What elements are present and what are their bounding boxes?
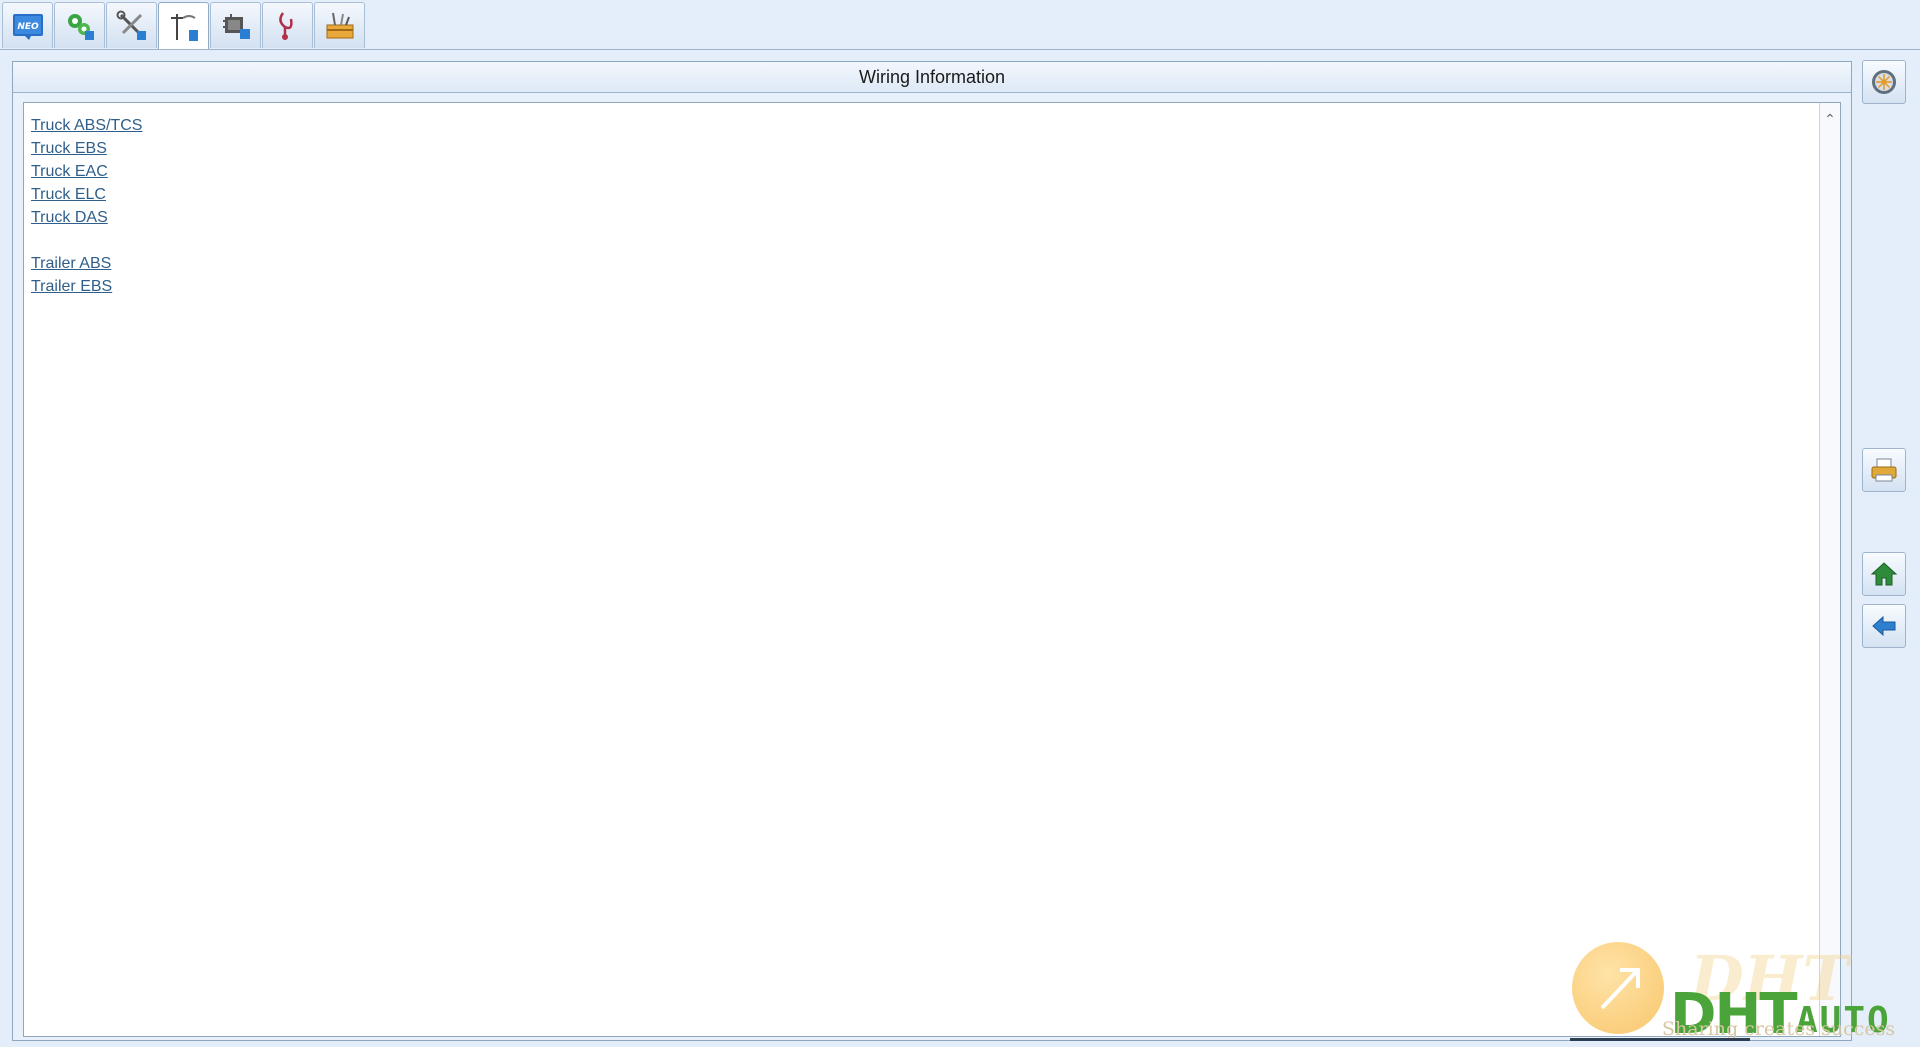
tab-ecu[interactable]	[210, 2, 261, 48]
stethoscope-icon	[278, 11, 293, 40]
dht-auto-watermark: DHT DHT AUTO Sharing creates success	[1570, 940, 1920, 1047]
print-button[interactable]	[1862, 448, 1906, 492]
link-trailer-abs[interactable]: Trailer ABS	[31, 252, 142, 275]
tab-system-diagnostics[interactable]	[54, 2, 105, 48]
wiring-link-list: Truck ABS/TCS Truck EBS Truck EAC Truck …	[31, 114, 142, 298]
link-truck-abs-tcs[interactable]: Truck ABS/TCS	[31, 114, 142, 137]
link-truck-elc[interactable]: Truck ELC	[31, 183, 142, 206]
watermark-arrow-icon	[1600, 968, 1640, 1010]
vertical-scrollbar[interactable]: ⌃	[1819, 103, 1840, 1036]
wiring-tool-icon	[170, 13, 198, 41]
tool-tab-bar: NEO	[0, 0, 1920, 50]
content-area: Truck ABS/TCS Truck EBS Truck EAC Truck …	[23, 102, 1841, 1037]
wheel-icon	[1872, 70, 1896, 94]
link-trailer-ebs[interactable]: Trailer EBS	[31, 275, 142, 298]
wheel-button[interactable]	[1862, 60, 1906, 104]
link-truck-eac[interactable]: Truck EAC	[31, 160, 142, 183]
wrench-screwdriver-icon	[116, 10, 146, 40]
watermark-base-line	[1570, 1038, 1750, 1041]
tab-wiring[interactable]	[158, 2, 209, 50]
neo-logo-icon: NEO	[12, 13, 43, 40]
scroll-up-chevron-icon[interactable]: ⌃	[1820, 111, 1840, 128]
tab-toolbox[interactable]	[314, 2, 365, 48]
tab-neo[interactable]: NEO	[2, 2, 53, 48]
back-button[interactable]	[1862, 604, 1906, 648]
link-truck-das[interactable]: Truck DAS	[31, 206, 142, 229]
tab-test[interactable]	[262, 2, 313, 48]
tab-bar-divider	[0, 49, 1920, 50]
wiring-information-panel: Wiring Information Truck ABS/TCS Truck E…	[12, 61, 1852, 1041]
toolbox-icon	[326, 12, 353, 38]
link-group-spacer	[31, 229, 142, 252]
link-truck-ebs[interactable]: Truck EBS	[31, 137, 142, 160]
panel-title: Wiring Information	[13, 62, 1851, 93]
gears-icon	[67, 13, 94, 40]
home-icon	[1870, 562, 1898, 586]
neo-logo-text: NEO	[17, 22, 39, 32]
watermark-tagline: Sharing creates success	[1662, 1018, 1896, 1040]
back-arrow-icon	[1872, 615, 1896, 637]
tab-tools[interactable]	[106, 2, 157, 48]
printer-icon	[1871, 458, 1897, 482]
home-button[interactable]	[1862, 552, 1906, 596]
ecu-module-icon	[222, 13, 250, 39]
